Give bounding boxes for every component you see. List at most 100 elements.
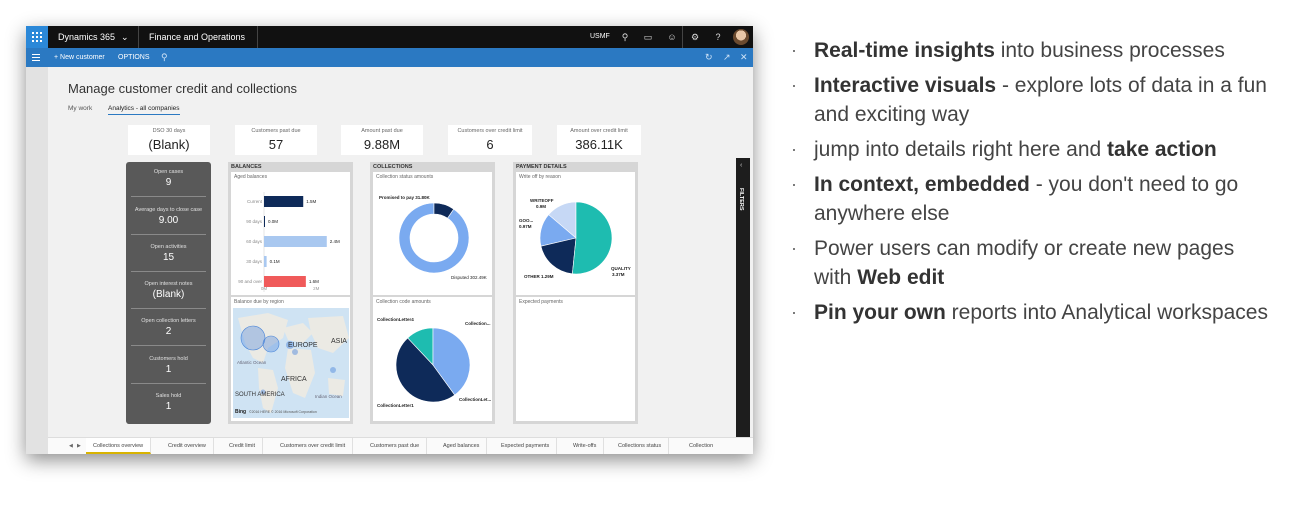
workspace-content: Manage customer credit and collections M…: [48, 67, 753, 454]
new-customer-button[interactable]: + New customer: [54, 48, 105, 67]
tab-credit-overview[interactable]: Credit overview: [161, 438, 214, 454]
bullet-text: reports into Analytical workspaces: [945, 301, 1268, 324]
stat-open-interest-notes[interactable]: Open interest notes (Blank): [126, 281, 211, 300]
kpi-label: Customers over credit limit: [457, 128, 523, 134]
module-name[interactable]: Finance and Operations: [149, 26, 245, 48]
filters-pane[interactable]: ‹ FILTERS: [736, 158, 750, 454]
collection-status-donut[interactable]: Promised to pay 31.80K Disputed 302.49K: [373, 172, 492, 295]
kpi-tile-customers-past-due[interactable]: Customers past due 57: [235, 125, 317, 155]
tab-collections-status[interactable]: Collections status: [611, 438, 670, 454]
stat-customers-hold[interactable]: Customers hold 1: [126, 356, 211, 375]
options-button[interactable]: OPTIONS: [118, 48, 150, 67]
stat-label: Open activities: [150, 244, 187, 250]
tab-aged-balances[interactable]: Aged balances: [436, 438, 488, 454]
bar-value-label: 0.0M: [268, 219, 278, 224]
kpi-tile-amount-over-limit[interactable]: Amount over credit limit 386.11K: [557, 125, 641, 155]
aged-balances-card[interactable]: Aged balances Current 1.5M 90 days 0.0M 60 d…: [231, 172, 350, 295]
bullet-bold-text: Real-time insights: [814, 39, 995, 62]
summary-stats-panel: Open cases 9 Average days to close case …: [126, 162, 211, 424]
gear-icon[interactable]: ⚙: [689, 31, 701, 43]
bullet-bold-text: Interactive visuals: [814, 74, 997, 97]
card-title: Balance due by region: [234, 299, 284, 305]
refresh-icon[interactable]: ↻: [705, 51, 713, 64]
app-name[interactable]: Dynamics 365: [58, 26, 115, 48]
stat-value: 2: [165, 326, 172, 337]
kpi-tile-amount-past-due[interactable]: Amount past due 9.88M: [341, 125, 423, 155]
write-off-card[interactable]: Write off by reason WRITEOFF 0.9M GOO...…: [516, 172, 635, 295]
pie-value: 0.97M: [519, 224, 532, 229]
tab-expected-payments[interactable]: Expected payments: [494, 438, 558, 454]
balances-panel: BALANCES Aged balances Current 1.5M 90 day…: [228, 162, 353, 424]
bullet-item: · Pin your own reports into Analytical wo…: [788, 298, 1268, 327]
search-icon[interactable]: ⚲: [161, 51, 168, 64]
stat-label: Customers hold: [149, 356, 188, 362]
scroll-right-icon[interactable]: ▶: [77, 438, 81, 454]
bullet-dot: ·: [791, 238, 797, 258]
bullet-item: · In context, embedded - you don't need t…: [788, 170, 1268, 228]
hamburger-menu-icon[interactable]: [32, 54, 40, 61]
stat-open-collection-letters[interactable]: Open collection letters 2: [126, 318, 211, 337]
chevron-down-icon[interactable]: ⌄: [121, 26, 129, 48]
write-off-pie[interactable]: WRITEOFF 0.9M GOO... 0.97M OTHER 1.29M Q…: [516, 172, 635, 295]
balance-by-region-card[interactable]: Balance due by region EUROPE ASIA AFRICA…: [231, 297, 350, 421]
panel-header: COLLECTIONS: [373, 164, 413, 170]
help-icon[interactable]: ?: [712, 31, 724, 43]
tab-analytics[interactable]: Analytics - all companies: [108, 105, 180, 115]
app-launcher-icon[interactable]: [26, 26, 48, 48]
tab-write-offs[interactable]: Write-offs: [566, 438, 605, 454]
divider: [682, 26, 683, 48]
bullet-bold-text: take action: [1107, 138, 1217, 161]
message-icon[interactable]: ▭: [642, 31, 654, 43]
bullet-bold-text: Pin your own: [814, 301, 946, 324]
stat-label: Open interest notes: [144, 281, 193, 287]
chevron-left-icon[interactable]: ‹: [740, 162, 742, 169]
close-icon[interactable]: ✕: [740, 51, 748, 64]
bullet-dot: ·: [791, 139, 797, 159]
tab-collection[interactable]: Collection: [682, 438, 720, 454]
stat-avg-days[interactable]: Average days to close case 9.00: [126, 207, 211, 226]
slide: Dynamics 365 ⌄ Finance and Operations US…: [0, 0, 1297, 507]
donut-label-promised: Promised to pay 31.80K: [379, 195, 431, 200]
collection-code-card[interactable]: Collection code amounts CollectionLetter…: [373, 297, 492, 421]
tab-my-work[interactable]: My work: [68, 105, 92, 112]
tab-collections-overview[interactable]: Collections overview: [86, 438, 152, 454]
scroll-left-icon[interactable]: ◀: [69, 438, 73, 454]
collection-status-card[interactable]: Collection status amounts Promised to pa…: [373, 172, 492, 295]
bar-category-label: 90 days: [246, 219, 263, 224]
tab-credit-limit[interactable]: Credit limit: [222, 438, 263, 454]
panel-header: BALANCES: [231, 164, 262, 170]
smiley-icon[interactable]: ☺: [666, 31, 678, 43]
bar: [264, 216, 265, 227]
expected-payments-card[interactable]: Expected payments: [516, 297, 635, 421]
kpi-value: 6: [486, 137, 494, 152]
axis-tick-label: 0M: [261, 286, 268, 291]
stat-open-cases[interactable]: Open cases 9: [126, 169, 211, 188]
kpi-tile-customers-over-limit[interactable]: Customers over credit limit 6: [448, 125, 532, 155]
popout-icon[interactable]: ↗: [723, 51, 731, 64]
bar-category-label: 30 days: [246, 259, 263, 264]
company-picker[interactable]: USMF: [590, 26, 610, 48]
map-label-south-america: SOUTH AMERICA: [235, 392, 285, 398]
pie-label: CollectionLetter1: [377, 403, 414, 408]
divider: [131, 383, 206, 384]
bar: [264, 196, 304, 207]
avatar[interactable]: [733, 29, 749, 45]
report-tab-strip: ◀ ▶ Collections overview Credit overview…: [48, 437, 753, 454]
kpi-value: 57: [268, 137, 284, 152]
bullet-dot: ·: [791, 40, 797, 60]
divider: [138, 26, 139, 48]
pie-label: WRITEOFF: [530, 198, 554, 203]
stat-sales-hold[interactable]: Sales hold 1: [126, 393, 211, 412]
panel-header: PAYMENT DETAILS: [516, 164, 567, 170]
stat-label: Open collection letters: [141, 318, 196, 324]
bar-value-label: 2.4M: [330, 239, 340, 244]
tab-customers-over-credit-limit[interactable]: Customers over credit limit: [273, 438, 354, 454]
search-icon[interactable]: ⚲: [619, 31, 631, 43]
world-map[interactable]: EUROPE ASIA AFRICA SOUTH AMERICA Atlanti…: [233, 308, 349, 418]
collection-code-pie[interactable]: CollectionLetter4 Collection... Collecti…: [373, 297, 492, 421]
stat-open-activities[interactable]: Open activities 15: [126, 244, 211, 263]
bing-logo: Bing: [235, 409, 246, 415]
tab-customers-past-due[interactable]: Customers past due: [363, 438, 428, 454]
kpi-tile-dso[interactable]: DSO 30 days (Blank): [128, 125, 210, 155]
bar: [264, 276, 306, 287]
